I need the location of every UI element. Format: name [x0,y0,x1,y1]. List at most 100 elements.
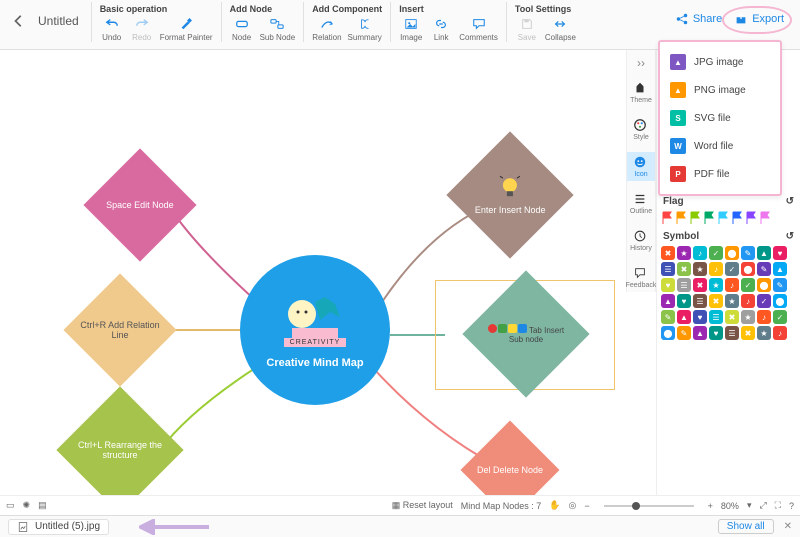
rail-icon[interactable]: Icon [627,152,655,181]
symbol-item[interactable]: ☰ [725,326,739,340]
node-rearrange[interactable]: Ctrl+L Rearrange the structure [56,386,183,495]
symbol-item[interactable]: ▲ [693,326,707,340]
export-button[interactable]: Export [734,12,784,26]
symbol-item[interactable]: ▲ [757,246,771,260]
undo-button[interactable]: Undo [100,16,124,42]
flag-item[interactable] [717,211,729,225]
subnode-button[interactable]: Sub Node [260,16,296,42]
node-space-edit[interactable]: Space Edit Node [83,148,196,261]
symbol-item[interactable]: ♪ [693,246,707,260]
save-button[interactable]: Save [515,16,539,42]
symbol-item[interactable]: ⬤ [773,294,787,308]
export-svg[interactable]: SSVG file [660,104,780,132]
symbol-item[interactable]: ✓ [773,310,787,324]
flag-item[interactable] [661,211,673,225]
rail-style[interactable]: Style [627,115,655,144]
symbol-item[interactable]: ✓ [709,246,723,260]
symbol-item[interactable]: ⬤ [725,246,739,260]
document-title[interactable]: Untitled [38,14,79,28]
rail-feedback[interactable]: Feedback [627,263,655,292]
symbol-item[interactable]: ✖ [693,278,707,292]
symbol-item[interactable]: ✓ [757,294,771,308]
image-button[interactable]: Image [399,16,423,42]
downloaded-file[interactable]: Untitled (5).jpg [8,519,109,535]
view-mode-3-icon[interactable]: ▤ [38,500,47,511]
symbol-item[interactable]: ✖ [725,310,739,324]
zoom-out-button[interactable]: − [584,501,589,511]
rail-theme[interactable]: Theme [627,78,655,107]
symbol-item[interactable]: ✎ [757,262,771,276]
node-tab-insert-wrapper[interactable]: Tab Insert Sub node [435,280,615,390]
zoom-in-button[interactable]: + [708,501,713,511]
symbol-item[interactable]: ☰ [677,278,691,292]
symbol-item[interactable]: ✖ [741,326,755,340]
reset-layout-button[interactable]: ▦ Reset layout [392,500,453,511]
view-mode-2-icon[interactable]: ✺ [23,500,31,511]
redo-button[interactable]: Redo [130,16,154,42]
rail-history[interactable]: History [627,226,655,255]
node-tab-insert[interactable]: Tab Insert Sub node [462,270,589,397]
flag-item[interactable] [703,211,715,225]
node-del-delete[interactable]: Del Delete Node [461,421,560,495]
node-add-relation[interactable]: Ctrl+R Add Relation Line [63,273,176,386]
export-png[interactable]: ▲PNG image [660,76,780,104]
close-download-bar[interactable]: ✕ [784,521,792,532]
symbol-item[interactable]: ★ [693,262,707,276]
relation-button[interactable]: Relation [312,16,341,42]
format-painter-button[interactable]: Format Painter [160,16,213,42]
fullscreen-icon[interactable]: ⛶ [775,500,781,511]
show-all-button[interactable]: Show all [718,519,774,534]
symbol-item[interactable]: ☰ [661,262,675,276]
summary-button[interactable]: Summary [348,16,382,42]
symbol-item[interactable]: ✎ [773,278,787,292]
flag-reset-icon[interactable]: ↺ [786,196,794,207]
symbol-item[interactable]: ⬤ [741,262,755,276]
share-button[interactable]: Share [675,12,722,26]
link-button[interactable]: Link [429,16,453,42]
symbol-item[interactable]: ♪ [725,278,739,292]
symbol-item[interactable]: ✖ [677,262,691,276]
symbol-item[interactable]: ★ [709,278,723,292]
export-word[interactable]: WWord file [660,132,780,160]
fit-icon[interactable]: ⤢ [759,500,766,511]
node-enter-insert[interactable]: Enter Insert Node [446,131,573,258]
flag-item[interactable] [675,211,687,225]
target-icon[interactable]: ◎ [569,500,577,511]
zoom-slider[interactable] [604,505,694,507]
symbol-item[interactable]: ☰ [693,294,707,308]
symbol-item[interactable]: ★ [741,310,755,324]
symbol-item[interactable]: ♥ [709,326,723,340]
flag-item[interactable] [689,211,701,225]
symbol-reset-icon[interactable]: ↺ [786,231,794,242]
zoom-dropdown-icon[interactable]: ▾ [747,500,752,511]
mindmap-canvas[interactable]: CREATIVITY Creative Mind Map Space Edit … [0,50,626,495]
symbol-item[interactable]: ♥ [677,294,691,308]
symbol-item[interactable]: ♪ [757,310,771,324]
symbol-item[interactable]: ☰ [709,310,723,324]
node-button[interactable]: Node [230,16,254,42]
symbol-item[interactable]: ✓ [725,262,739,276]
rail-collapse-button[interactable]: ›› [637,56,645,70]
symbol-item[interactable]: ♪ [709,262,723,276]
center-node[interactable]: CREATIVITY Creative Mind Map [240,255,390,405]
symbol-item[interactable]: ★ [677,246,691,260]
symbol-item[interactable]: ★ [757,326,771,340]
symbol-item[interactable]: ✎ [741,246,755,260]
symbol-item[interactable]: ✓ [741,278,755,292]
symbol-item[interactable]: ♥ [661,278,675,292]
comments-button[interactable]: Comments [459,16,498,42]
symbol-item[interactable]: ▲ [661,294,675,308]
back-button[interactable] [10,12,28,30]
symbol-item[interactable]: ✎ [661,310,675,324]
rail-outline[interactable]: Outline [627,189,655,218]
collapse-button[interactable]: Collapse [545,16,576,42]
flag-item[interactable] [745,211,757,225]
symbol-item[interactable]: ✖ [709,294,723,308]
symbol-item[interactable]: ♥ [693,310,707,324]
pan-icon[interactable]: ✋ [549,500,560,511]
symbol-item[interactable]: ▲ [677,310,691,324]
flag-item[interactable] [759,211,771,225]
symbol-item[interactable]: ✖ [661,246,675,260]
symbol-item[interactable]: ✎ [677,326,691,340]
symbol-item[interactable]: ♪ [773,326,787,340]
